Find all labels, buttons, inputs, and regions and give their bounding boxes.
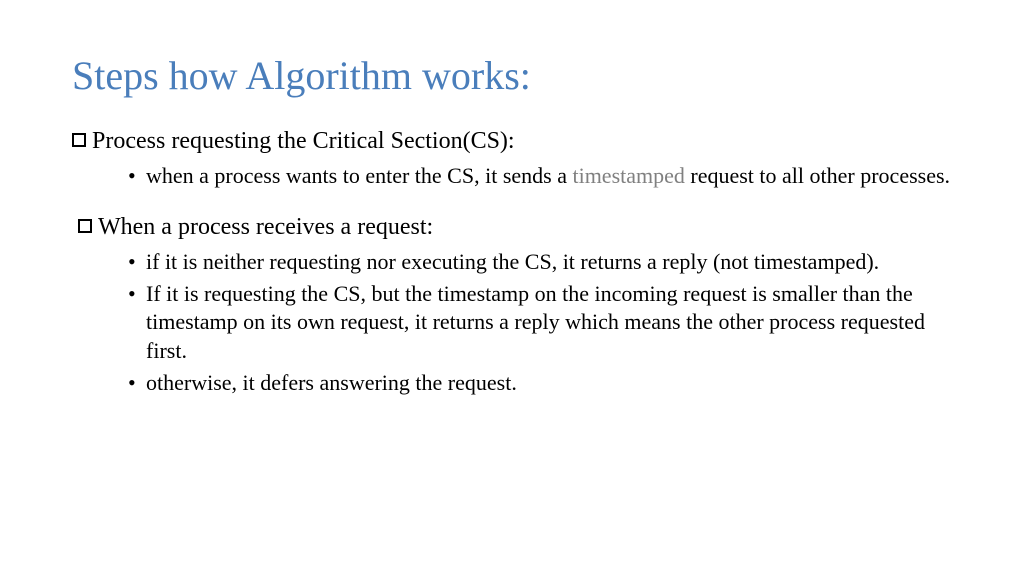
section-1-header: Process requesting the Critical Section(… — [72, 126, 952, 156]
square-bullet-icon — [78, 219, 92, 233]
item-text: otherwise, it defers answering the reque… — [146, 370, 517, 395]
item-text-highlight: timestamped — [572, 163, 684, 188]
section-2-header-text: When a process receives a request: — [98, 212, 952, 242]
section-1: Process requesting the Critical Section(… — [72, 126, 952, 190]
slide: Steps how Algorithm works: Process reque… — [0, 0, 1024, 576]
list-item: when a process wants to enter the CS, it… — [128, 162, 952, 190]
item-text: If it is requesting the CS, but the time… — [146, 281, 925, 362]
section-1-list: when a process wants to enter the CS, it… — [128, 162, 952, 190]
section-2-header: When a process receives a request: — [72, 212, 952, 242]
square-bullet-icon — [72, 133, 86, 147]
slide-title: Steps how Algorithm works: — [72, 54, 952, 98]
section-2: When a process receives a request: if it… — [72, 212, 952, 397]
list-item: otherwise, it defers answering the reque… — [128, 369, 952, 397]
list-item: if it is neither requesting nor executin… — [128, 248, 952, 276]
list-item: If it is requesting the CS, but the time… — [128, 280, 952, 364]
item-text-before: when a process wants to enter the CS, it… — [146, 163, 572, 188]
item-text: if it is neither requesting nor executin… — [146, 249, 879, 274]
section-2-list: if it is neither requesting nor executin… — [128, 248, 952, 397]
section-1-header-text: Process requesting the Critical Section(… — [92, 126, 952, 156]
item-text-after: request to all other processes. — [685, 163, 950, 188]
